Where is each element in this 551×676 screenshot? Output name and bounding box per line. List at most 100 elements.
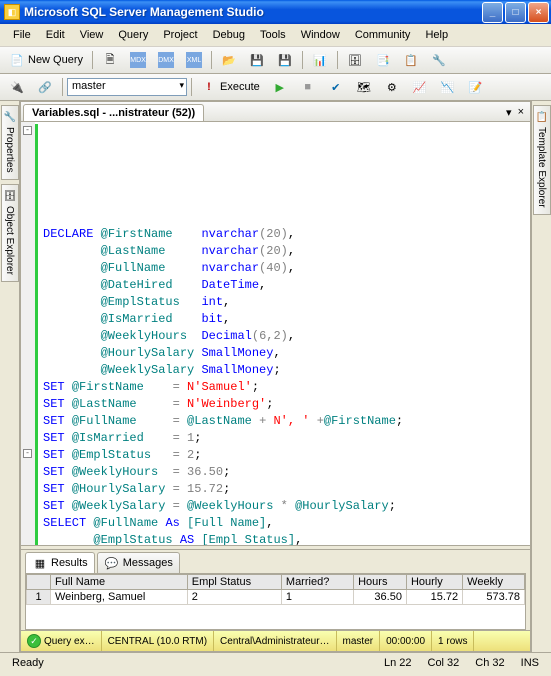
activity-button[interactable]: 📊 <box>307 49 333 71</box>
new-file-button[interactable]: 🗎 <box>97 49 123 71</box>
debug-button[interactable]: ▶ <box>267 76 293 98</box>
change-conn-icon: 🔗 <box>37 79 53 95</box>
save-all-button[interactable]: 💾 <box>272 49 298 71</box>
execute-button[interactable]: ! Execute <box>196 76 265 98</box>
template-explorer-tab[interactable]: 📋 Template Explorer <box>533 105 551 215</box>
menu-help[interactable]: Help <box>418 27 455 43</box>
menu-project[interactable]: Project <box>156 27 204 43</box>
column-header[interactable]: Married? <box>281 575 353 590</box>
document-tab-label: Variables.sql - ...nistrateur (52)) <box>32 107 195 119</box>
database-value: master <box>72 80 106 92</box>
gutter <box>21 122 35 545</box>
open-file-button[interactable]: 📂 <box>216 49 242 71</box>
parse-button[interactable]: ✔ <box>323 76 349 98</box>
include-plan-button[interactable]: 📈 <box>407 76 433 98</box>
save-button[interactable]: 💾 <box>244 49 270 71</box>
user-info: Central\Administrateur… <box>214 631 336 651</box>
table-row[interactable]: 1 Weinberg, Samuel 2 1 36.50 15.72 573.7… <box>27 590 525 605</box>
mdx-icon: MDX <box>130 52 146 68</box>
column-header[interactable]: Hours <box>354 575 407 590</box>
fold-toggle[interactable]: - <box>23 449 32 458</box>
titlebar[interactable]: ◧ Microsoft SQL Server Management Studio… <box>0 0 551 24</box>
object-explorer-tab[interactable]: 🗄 Object Explorer <box>1 184 19 282</box>
execute-label: Execute <box>220 81 260 93</box>
template-icon: 📋 <box>403 52 419 68</box>
new-query-button[interactable]: 📄 New Query <box>4 49 88 71</box>
document-tab-bar: Variables.sql - ...nistrateur (52)) ▾ × <box>21 102 530 122</box>
row-number[interactable]: 1 <box>27 590 51 605</box>
new-xmla-button[interactable]: XML <box>181 49 207 71</box>
results-text-button[interactable]: 📝 <box>463 76 489 98</box>
menu-community[interactable]: Community <box>348 27 418 43</box>
separator <box>337 51 338 69</box>
change-conn-button[interactable]: 🔗 <box>32 76 58 98</box>
properties-tab[interactable]: 🔧 Properties <box>1 105 19 180</box>
results-tabs: ▦ Results 💬 Messages <box>21 550 530 573</box>
right-sidebar: 📋 Template Explorer <box>531 101 551 652</box>
main-area: 🔧 Properties 🗄 Object Explorer Variables… <box>0 101 551 652</box>
connect-icon: 🔌 <box>9 79 25 95</box>
column-header[interactable]: Empl Status <box>187 575 281 590</box>
column-header[interactable]: Weekly <box>463 575 525 590</box>
column-header[interactable]: Full Name <box>51 575 188 590</box>
editor-panel: Variables.sql - ...nistrateur (52)) ▾ × … <box>20 101 531 652</box>
fold-toggle[interactable]: - <box>23 126 32 135</box>
results-tab-label: Results <box>51 557 88 569</box>
separator <box>302 51 303 69</box>
menu-window[interactable]: Window <box>294 27 347 43</box>
template-button[interactable]: 📋 <box>398 49 424 71</box>
code-editor[interactable]: - - DECLARE @FirstName nvarchar(20), @La… <box>21 122 530 545</box>
messages-tab[interactable]: 💬 Messages <box>97 552 180 573</box>
column-header[interactable]: Hourly <box>406 575 462 590</box>
menu-query[interactable]: Query <box>111 27 155 43</box>
rows-info: 1 rows <box>432 631 474 651</box>
tab-list-button[interactable]: ▾ <box>504 106 514 119</box>
execute-exclaim-icon: ! <box>201 79 217 95</box>
database-dropdown[interactable]: master <box>67 78 187 96</box>
minimize-button[interactable]: _ <box>482 2 503 23</box>
separator <box>92 51 93 69</box>
properties-icon: 🔧 <box>431 52 447 68</box>
new-mdx-button[interactable]: MDX <box>125 49 151 71</box>
results-tab[interactable]: ▦ Results <box>25 552 95 573</box>
close-button[interactable]: × <box>528 2 549 23</box>
cell[interactable]: 2 <box>187 590 281 605</box>
save-all-icon: 💾 <box>277 52 293 68</box>
results-grid[interactable]: Full Name Empl Status Married? Hours Hou… <box>25 573 526 630</box>
insert-mode: INS <box>513 657 547 669</box>
menu-tools[interactable]: Tools <box>253 27 293 43</box>
doc-tab-controls: ▾ × <box>502 106 528 119</box>
template-icon: 📋 <box>536 112 548 124</box>
cell[interactable]: 15.72 <box>406 590 462 605</box>
document-tab[interactable]: Variables.sql - ...nistrateur (52)) <box>23 104 204 121</box>
object-explorer-label: Object Explorer <box>4 206 15 275</box>
toolbar-sql: 🔌 🔗 master ! Execute ▶ ■ ✔ 🗺 ⚙ 📈 📉 📝 <box>0 74 551 101</box>
object-explorer-button[interactable]: 📑 <box>370 49 396 71</box>
registered-servers-button[interactable]: 🗄 <box>342 49 368 71</box>
menu-file[interactable]: File <box>6 27 38 43</box>
properties-label: Properties <box>4 127 15 173</box>
estimated-plan-button[interactable]: 🗺 <box>351 76 377 98</box>
menu-view[interactable]: View <box>73 27 111 43</box>
options-button[interactable]: ⚙ <box>379 76 405 98</box>
row-header-corner <box>27 575 51 590</box>
cell[interactable]: Weinberg, Samuel <box>51 590 188 605</box>
maximize-button[interactable]: □ <box>505 2 526 23</box>
properties-icon: 🔧 <box>4 112 16 124</box>
char-number: Ch 32 <box>467 657 512 669</box>
time-info: 00:00:00 <box>380 631 432 651</box>
status-text: Query ex… <box>44 636 95 647</box>
cell[interactable]: 573.78 <box>463 590 525 605</box>
grid-icon: ▦ <box>32 555 48 571</box>
menu-edit[interactable]: Edit <box>39 27 72 43</box>
menu-debug[interactable]: Debug <box>206 27 252 43</box>
include-stats-button[interactable]: 📉 <box>435 76 461 98</box>
properties-button[interactable]: 🔧 <box>426 49 452 71</box>
close-tab-button[interactable]: × <box>516 106 526 119</box>
cell[interactable]: 1 <box>281 590 353 605</box>
new-dmx-button[interactable]: DMX <box>153 49 179 71</box>
stop-button[interactable]: ■ <box>295 76 321 98</box>
activity-icon: 📊 <box>312 52 328 68</box>
connect-button[interactable]: 🔌 <box>4 76 30 98</box>
cell[interactable]: 36.50 <box>354 590 407 605</box>
